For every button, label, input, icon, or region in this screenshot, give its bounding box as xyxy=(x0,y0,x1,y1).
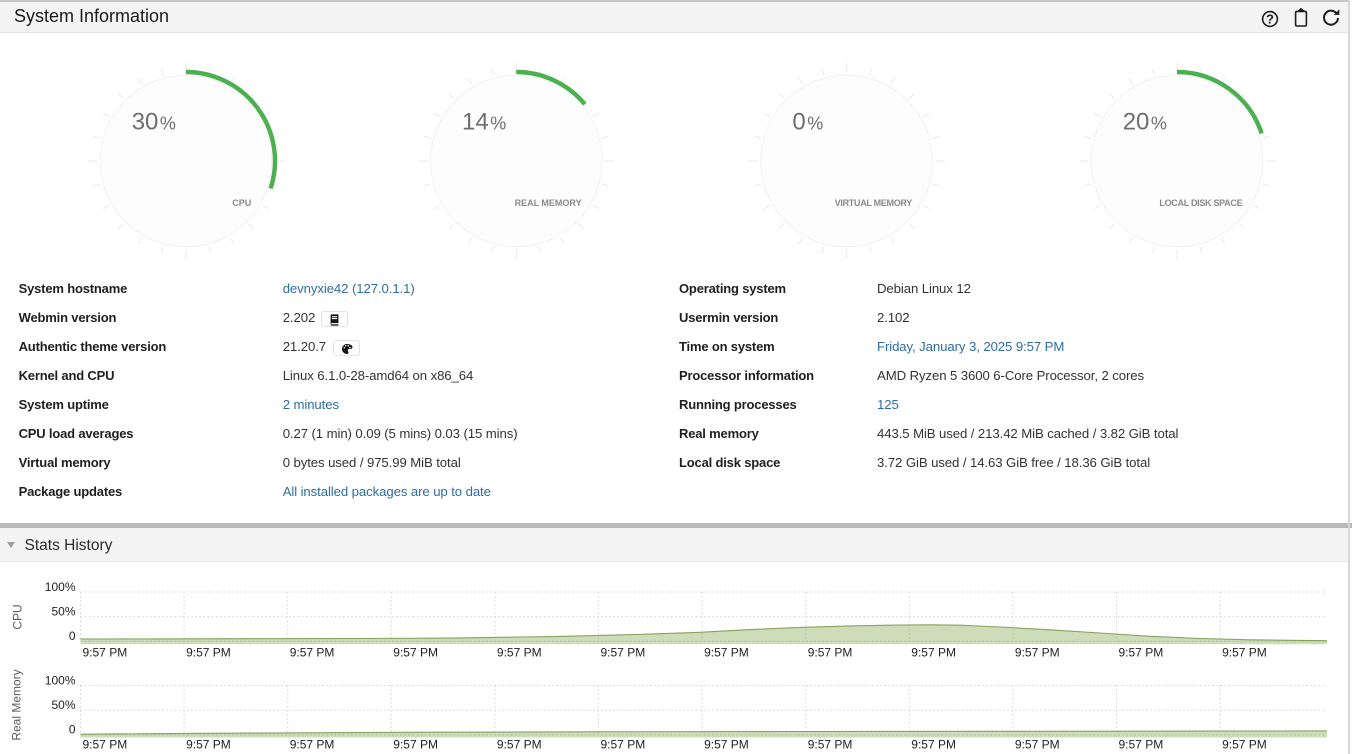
svg-text:9:57 PM: 9:57 PM xyxy=(808,645,853,659)
svg-text:9:57 PM: 9:57 PM xyxy=(1015,645,1060,659)
svg-text:9:57 PM: 9:57 PM xyxy=(601,738,646,752)
svg-text:9:57 PM: 9:57 PM xyxy=(497,645,542,659)
svg-text:9:57 PM: 9:57 PM xyxy=(704,645,749,659)
svg-text:Real Memory: Real Memory xyxy=(10,669,24,740)
svg-text:CPU: CPU xyxy=(11,604,25,629)
svg-text:9:57 PM: 9:57 PM xyxy=(186,738,231,752)
svg-text:9:57 PM: 9:57 PM xyxy=(1119,738,1164,752)
svg-text:9:57 PM: 9:57 PM xyxy=(290,645,335,659)
svg-text:9:57 PM: 9:57 PM xyxy=(808,738,853,752)
svg-text:9:57 PM: 9:57 PM xyxy=(1222,738,1267,752)
svg-text:9:57 PM: 9:57 PM xyxy=(911,645,956,659)
svg-text:9:57 PM: 9:57 PM xyxy=(290,738,335,752)
svg-text:50%: 50% xyxy=(51,604,75,618)
svg-text:100%: 100% xyxy=(45,673,76,687)
svg-text:0: 0 xyxy=(69,723,76,737)
svg-text:9:57 PM: 9:57 PM xyxy=(393,738,438,752)
svg-text:9:57 PM: 9:57 PM xyxy=(911,738,956,752)
svg-text:9:57 PM: 9:57 PM xyxy=(1015,738,1060,752)
svg-text:9:57 PM: 9:57 PM xyxy=(1119,645,1164,659)
svg-text:9:57 PM: 9:57 PM xyxy=(601,645,646,659)
svg-text:9:57 PM: 9:57 PM xyxy=(1222,645,1267,659)
svg-text:0: 0 xyxy=(69,629,76,643)
svg-text:9:57 PM: 9:57 PM xyxy=(497,738,542,752)
svg-text:100%: 100% xyxy=(45,580,76,594)
svg-text:9:57 PM: 9:57 PM xyxy=(393,645,438,659)
svg-text:9:57 PM: 9:57 PM xyxy=(186,645,231,659)
svg-text:9:57 PM: 9:57 PM xyxy=(704,738,749,752)
svg-text:9:57 PM: 9:57 PM xyxy=(83,738,128,752)
svg-text:50%: 50% xyxy=(51,698,75,712)
svg-text:9:57 PM: 9:57 PM xyxy=(83,645,128,659)
